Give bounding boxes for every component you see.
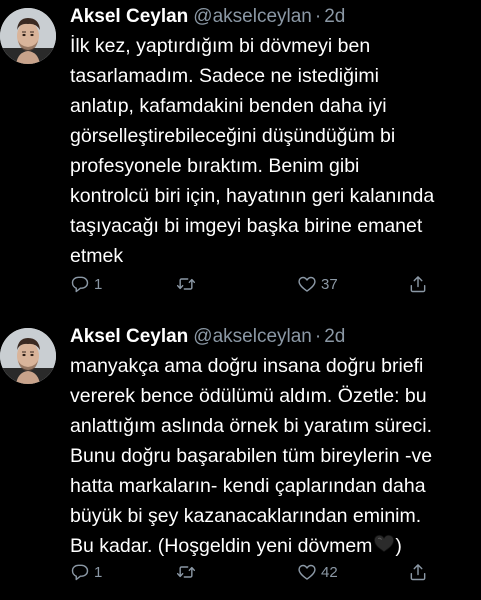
- share-button[interactable]: [408, 272, 428, 296]
- like-count: 37: [321, 275, 338, 293]
- tweet-text-segment: ): [395, 535, 402, 557]
- reply-button[interactable]: 1: [70, 560, 102, 584]
- avatar[interactable]: [0, 328, 56, 384]
- tweet-text-line: profesyonele bıraktım. Benim gibi: [70, 155, 360, 177]
- share-icon: [410, 564, 426, 581]
- black-heart-emoji-icon: [373, 532, 395, 562]
- tweet-text-line: anlattığım aslında örnek bi yaratım süre…: [70, 415, 432, 437]
- tweet-body: Aksel Ceylan @akselceylan · 2d manyakça ama…: [70, 324, 481, 562]
- author-handle[interactable]: @akselceylan: [193, 6, 312, 27]
- tweet-header: Aksel Ceylan @akselceylan · 2d: [70, 324, 481, 350]
- tweet-text-line: manyakça ama doğru insana doğru briefi: [70, 355, 424, 377]
- tweet-text-line: hatta markaların- kendi çaplarından daha: [70, 475, 426, 497]
- tweet-actions: 1 42: [70, 560, 481, 584]
- avatar[interactable]: [0, 8, 56, 64]
- tweet-text-line: vererek bence ödülümü aldım. Özetle: bu: [70, 385, 427, 407]
- avatar-photo: [0, 8, 56, 64]
- tweet-text-line: görselleştirebileceğini düşündüğüm bi: [70, 125, 396, 147]
- author-name[interactable]: Aksel Ceylan: [70, 6, 188, 27]
- tweet-text-line: büyük bi şey kazanacaklarından eminim.: [70, 505, 422, 527]
- tweet[interactable]: Aksel Ceylan @akselceylan · 2d İlk kez, yap…: [0, 0, 481, 320]
- tweet-text-line: etmek: [70, 245, 124, 267]
- reply-count: 1: [94, 563, 103, 581]
- tweet-text: İlk kez, yaptırdığım bi dövmeyi ben tasa…: [70, 31, 481, 271]
- tweet-timestamp[interactable]: 2d: [324, 6, 345, 27]
- share-icon: [410, 276, 426, 293]
- tweet-text-line: İlk kez, yaptırdığım bi dövmeyi ben: [70, 35, 371, 57]
- tweet-text-line: Bu kadar. (Hoşgeldin yeni dövmem): [70, 531, 481, 562]
- reply-button[interactable]: 1: [70, 272, 102, 296]
- reply-icon: [71, 564, 89, 581]
- author-name[interactable]: Aksel Ceylan: [70, 326, 188, 347]
- tweet[interactable]: Aksel Ceylan @akselceylan · 2d manyakça ama…: [0, 320, 481, 600]
- like-icon: [298, 276, 316, 292]
- tweet-text-line: anlatıp, kafamdakini benden daha iyi: [70, 95, 387, 117]
- retweet-icon: [176, 278, 196, 290]
- reply-icon: [71, 276, 89, 293]
- tweet-actions: 1 37: [70, 272, 481, 296]
- tweet-header: Aksel Ceylan @akselceylan · 2d: [70, 4, 481, 30]
- reply-count: 1: [94, 275, 103, 293]
- tweet-text-segment: Bu kadar. (Hoşgeldin yeni dövmem: [70, 535, 373, 557]
- like-icon: [298, 564, 316, 580]
- tweet-text-line: Bunu doğru başarabilen tüm bireylerin -v…: [70, 445, 433, 467]
- tweet-text-line: taşıyacağı bi imgeyi başka birine emanet: [70, 215, 423, 237]
- tweet-text-line: kontrolcü biri için, hayatının geri kala…: [70, 185, 435, 207]
- avatar-photo: [0, 328, 56, 384]
- like-button[interactable]: 37: [297, 272, 338, 296]
- separator-dot: ·: [314, 326, 322, 347]
- tweet-text-line: tasarlamadım. Sadece ne istediğimi: [70, 65, 379, 87]
- retweet-button[interactable]: [176, 560, 196, 584]
- author-handle[interactable]: @akselceylan: [193, 326, 312, 347]
- like-button[interactable]: 42: [297, 560, 338, 584]
- tweet-timestamp[interactable]: 2d: [324, 326, 345, 347]
- separator-dot: ·: [314, 6, 322, 27]
- tweet-body: Aksel Ceylan @akselceylan · 2d İlk kez, yap…: [70, 4, 481, 271]
- share-button[interactable]: [408, 560, 428, 584]
- retweet-icon: [176, 566, 196, 578]
- like-count: 42: [321, 563, 338, 581]
- tweet-text: manyakça ama doğru insana doğru briefi v…: [70, 351, 481, 562]
- retweet-button[interactable]: [176, 272, 196, 296]
